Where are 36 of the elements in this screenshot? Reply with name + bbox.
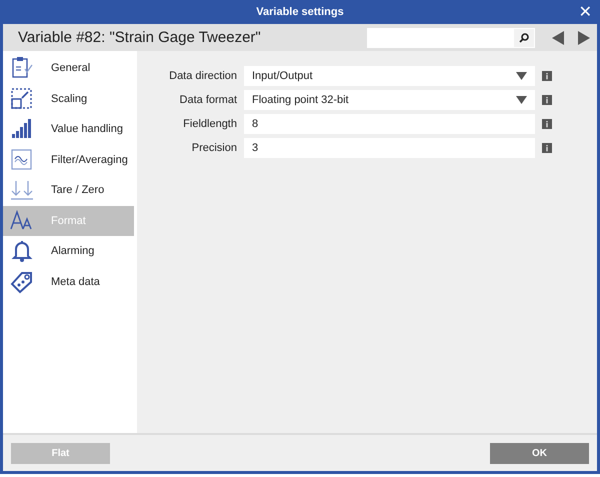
search-button[interactable] (514, 28, 534, 46)
wave-icon (10, 148, 34, 172)
info-icon (542, 119, 552, 129)
input-field[interactable]: 8 (244, 114, 535, 134)
caret-icon (516, 96, 527, 104)
sidebar-item[interactable]: Meta data (3, 266, 134, 296)
sidebar-item[interactable]: Tare / Zero (3, 175, 134, 205)
info-icon (542, 143, 552, 153)
sidebar-item[interactable]: Scaling (3, 84, 134, 114)
tag-icon (10, 270, 34, 294)
sidebar-item[interactable]: Filter/Averaging (3, 144, 134, 174)
sidebar-item[interactable]: Alarming (3, 236, 134, 266)
caret-icon (516, 72, 527, 80)
field-label: Data direction (168, 70, 237, 82)
info-icon (542, 95, 552, 105)
variable-title: Variable #82: "Strain Gage Tweezer" (18, 29, 262, 46)
right-triangle-icon (578, 30, 590, 44)
dialog-button[interactable]: OK (490, 442, 589, 464)
bar-chart-icon (10, 117, 34, 141)
left-triangle-icon (552, 30, 564, 44)
sidebar-item[interactable]: General (3, 53, 134, 83)
down-arrows-icon (10, 178, 34, 202)
field-label: Fieldlength (182, 118, 237, 130)
field-label: Precision (190, 142, 237, 154)
search-icon (519, 32, 529, 42)
bell-icon (10, 239, 34, 263)
scaling-icon (10, 86, 34, 110)
sidebar-item[interactable]: Value handling (3, 114, 134, 144)
clipboard-icon (10, 56, 34, 80)
dropdown-field[interactable]: Input/Output (244, 66, 535, 86)
input-field[interactable]: 3 (244, 138, 535, 158)
info-icon (542, 71, 552, 81)
field-label: Data format (178, 94, 237, 106)
window-title: Variable settings (256, 6, 344, 18)
dropdown-field[interactable]: Floating point 32-bit (244, 90, 535, 110)
close-button[interactable]: ✕ (578, 2, 592, 22)
